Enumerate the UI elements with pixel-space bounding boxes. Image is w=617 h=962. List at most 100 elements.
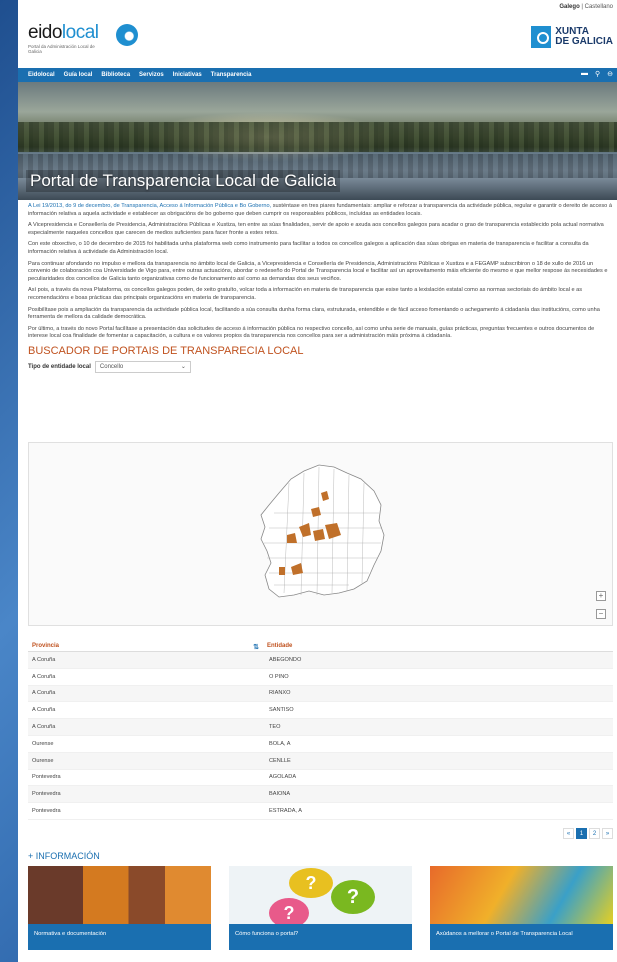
hero-treeline xyxy=(18,122,617,152)
table-row[interactable]: A Coruña SANTISO xyxy=(28,702,613,720)
table-row[interactable]: A Coruña ABEGONDO xyxy=(28,652,613,669)
zoom-out-button[interactable]: − xyxy=(596,609,606,619)
column-entidade[interactable]: Entidade xyxy=(263,643,613,649)
pagination-next[interactable]: » xyxy=(602,828,613,839)
chevron-down-icon: ⌄ xyxy=(180,364,186,371)
logo-subtitle: Portal da Administración Local de Galici… xyxy=(28,44,95,54)
cell-entidade[interactable]: RIANXO xyxy=(263,690,613,696)
cell-provincia: A Coruña xyxy=(32,707,56,714)
eidolocal-logo[interactable]: eidolocal Portal da Administración Local… xyxy=(28,22,138,62)
cell-entidade[interactable]: ABEGONDO xyxy=(263,657,613,663)
logo-mark-icon xyxy=(116,24,138,46)
search-section-title: BUSCADOR DE PORTAIS DE TRANSPARECIA LOCA… xyxy=(28,344,304,357)
intro-paragraph-5: Así pois, a través da nova Plataforma, o… xyxy=(28,287,583,301)
galicia-map-svg xyxy=(260,464,385,598)
nav-guia-local[interactable]: Guía local xyxy=(64,72,93,78)
pagination: « 1 2 » xyxy=(563,828,613,839)
cell-entidade[interactable]: CENLLE xyxy=(263,758,613,764)
cell-provincia: A Coruña xyxy=(32,724,56,731)
nav-servizos[interactable]: Servizos xyxy=(139,72,164,78)
cell-entidade[interactable]: BAIONA xyxy=(263,791,613,797)
cell-provincia: Pontevedra xyxy=(32,791,61,798)
table-row[interactable]: Pontevedra ESTRADA, A xyxy=(28,803,613,820)
page: Galego | Castellano eidolocal Portal da … xyxy=(18,0,617,962)
intro-paragraph-6: Posibilítase pois a ampliación da transp… xyxy=(28,306,600,321)
menu-icon[interactable]: ▬ xyxy=(581,70,588,78)
card-como-funciona-image: ? ? ? xyxy=(229,866,412,928)
column-provincia[interactable]: Provincia ⇅ xyxy=(28,642,263,651)
pagination-page-1[interactable]: 1 xyxy=(576,828,587,839)
table-body: A Coruña ABEGONDO A Coruña O PINO A Coruña RI… xyxy=(28,652,613,820)
entity-type-select[interactable]: Concello ⌄ xyxy=(94,360,191,373)
cell-provincia: A Coruña xyxy=(32,690,56,697)
language-switcher: Galego | Castellano xyxy=(559,4,613,10)
cell-provincia: Ourense xyxy=(32,740,54,747)
search-icon[interactable]: ⚲ xyxy=(595,70,600,78)
card-axudanos-image xyxy=(430,866,613,926)
info-cards: Normativa e documentación ? ? ? Cómo fun… xyxy=(28,866,617,950)
galicia-map[interactable]: + − xyxy=(28,442,613,626)
sort-icon[interactable]: ⇅ xyxy=(253,643,259,651)
logo-text-dark: eido xyxy=(28,22,62,43)
column-provincia-label: Provincia xyxy=(32,642,60,649)
intro-content: A Lei 19/2013, do 9 de decembro, de Tran… xyxy=(28,203,613,381)
lang-galego-link[interactable]: Galego xyxy=(559,4,579,10)
question-bubble-icon: ? xyxy=(289,868,333,898)
intro-paragraph-4: Para continuar afondando no impulso e me… xyxy=(28,260,608,282)
cell-entidade[interactable]: TEO xyxy=(263,724,613,730)
nav-biblioteca[interactable]: Biblioteca xyxy=(101,72,130,78)
lang-castellano-link[interactable]: Castellano xyxy=(585,4,613,10)
table-row[interactable]: A Coruña O PINO xyxy=(28,669,613,686)
table-row[interactable]: A Coruña RIANXO xyxy=(28,685,613,703)
card-axudanos[interactable]: Axúdanos a mellorar o Portal de Transpar… xyxy=(430,866,613,950)
cell-provincia: A Coruña xyxy=(32,673,56,680)
table-row[interactable]: Pontevedra AGOLADA xyxy=(28,770,613,787)
results-table: Provincia ⇅ Entidade A Coruña ABEGONDO A Co… xyxy=(28,640,613,820)
cell-entidade[interactable]: SANTISO xyxy=(263,707,613,713)
question-bubble-icon: ? xyxy=(331,880,375,914)
nav-iniciativas[interactable]: Iniciativas xyxy=(173,72,202,78)
entity-type-value: Concello xyxy=(99,363,124,370)
council-baiona[interactable] xyxy=(279,567,285,575)
table-row[interactable]: Ourense BOLA, A xyxy=(28,736,613,753)
law-link[interactable]: A Lei 19/2013, do 9 de decembro, de Tran… xyxy=(28,203,271,209)
xunta-wordmark: XUNTA DE GALICIA xyxy=(555,27,613,47)
card-como-funciona-caption: Cómo funciona o portal? xyxy=(229,924,412,950)
xunta-logo[interactable]: XUNTA DE GALICIA xyxy=(531,26,613,48)
cell-provincia: Pontevedra xyxy=(32,774,61,781)
cell-entidade[interactable]: ESTRADA, A xyxy=(263,808,613,814)
cell-entidade[interactable]: BOLA, A xyxy=(263,741,613,747)
pagination-prev[interactable]: « xyxy=(563,828,574,839)
nav-icons: ▬ ⚲ ⊖ xyxy=(581,70,613,78)
zoom-in-button[interactable]: + xyxy=(596,591,606,601)
page-title: Portal de Transparencia Local de Galicia xyxy=(26,170,341,192)
nav-eidolocal[interactable]: Eidolocal xyxy=(28,72,55,78)
main-nav: Eidolocal Guía local Biblioteca Servizos… xyxy=(18,68,617,82)
intro-paragraph-2: A Vicepresidencia e Consellería de Presi… xyxy=(28,222,604,236)
card-normativa-caption: Normativa e documentación xyxy=(28,924,211,950)
pagination-page-2[interactable]: 2 xyxy=(589,828,600,839)
table-row[interactable]: Ourense CENLLE xyxy=(28,752,613,770)
card-como-funciona[interactable]: ? ? ? Cómo funciona o portal? xyxy=(229,866,412,950)
nav-transparencia[interactable]: Transparencia xyxy=(211,72,252,78)
logo-text-blue: local xyxy=(61,22,99,43)
cell-provincia: Pontevedra xyxy=(32,808,61,815)
card-normativa-image xyxy=(28,866,211,926)
intro-paragraph-1: A Lei 19/2013, do 9 de decembro, de Tran… xyxy=(28,203,613,218)
cell-entidade[interactable]: O PINO xyxy=(263,674,613,680)
hero-banner: Portal de Transparencia Local de Galicia xyxy=(18,82,617,200)
cell-provincia: Ourense xyxy=(32,757,54,764)
user-icon[interactable]: ⊖ xyxy=(607,70,613,78)
card-axudanos-caption: Axúdanos a mellorar o Portal de Transpar… xyxy=(430,924,613,950)
table-row[interactable]: Pontevedra BAIONA xyxy=(28,786,613,804)
entity-type-filter: Tipo de entidade local Concello ⌄ xyxy=(28,360,613,373)
council-agolada[interactable] xyxy=(313,529,325,541)
table-row[interactable]: A Coruña TEO xyxy=(28,719,613,736)
logo-wordmark: eidolocal xyxy=(28,22,99,44)
intro-paragraph-3: Con este obxectivo, o 10 de decembro de … xyxy=(28,241,589,255)
table-header: Provincia ⇅ Entidade xyxy=(28,640,613,652)
xunta-line2: DE GALICIA xyxy=(555,36,613,47)
xunta-emblem-icon xyxy=(531,26,552,48)
cell-entidade[interactable]: AGOLADA xyxy=(263,774,613,780)
card-normativa[interactable]: Normativa e documentación xyxy=(28,866,211,950)
